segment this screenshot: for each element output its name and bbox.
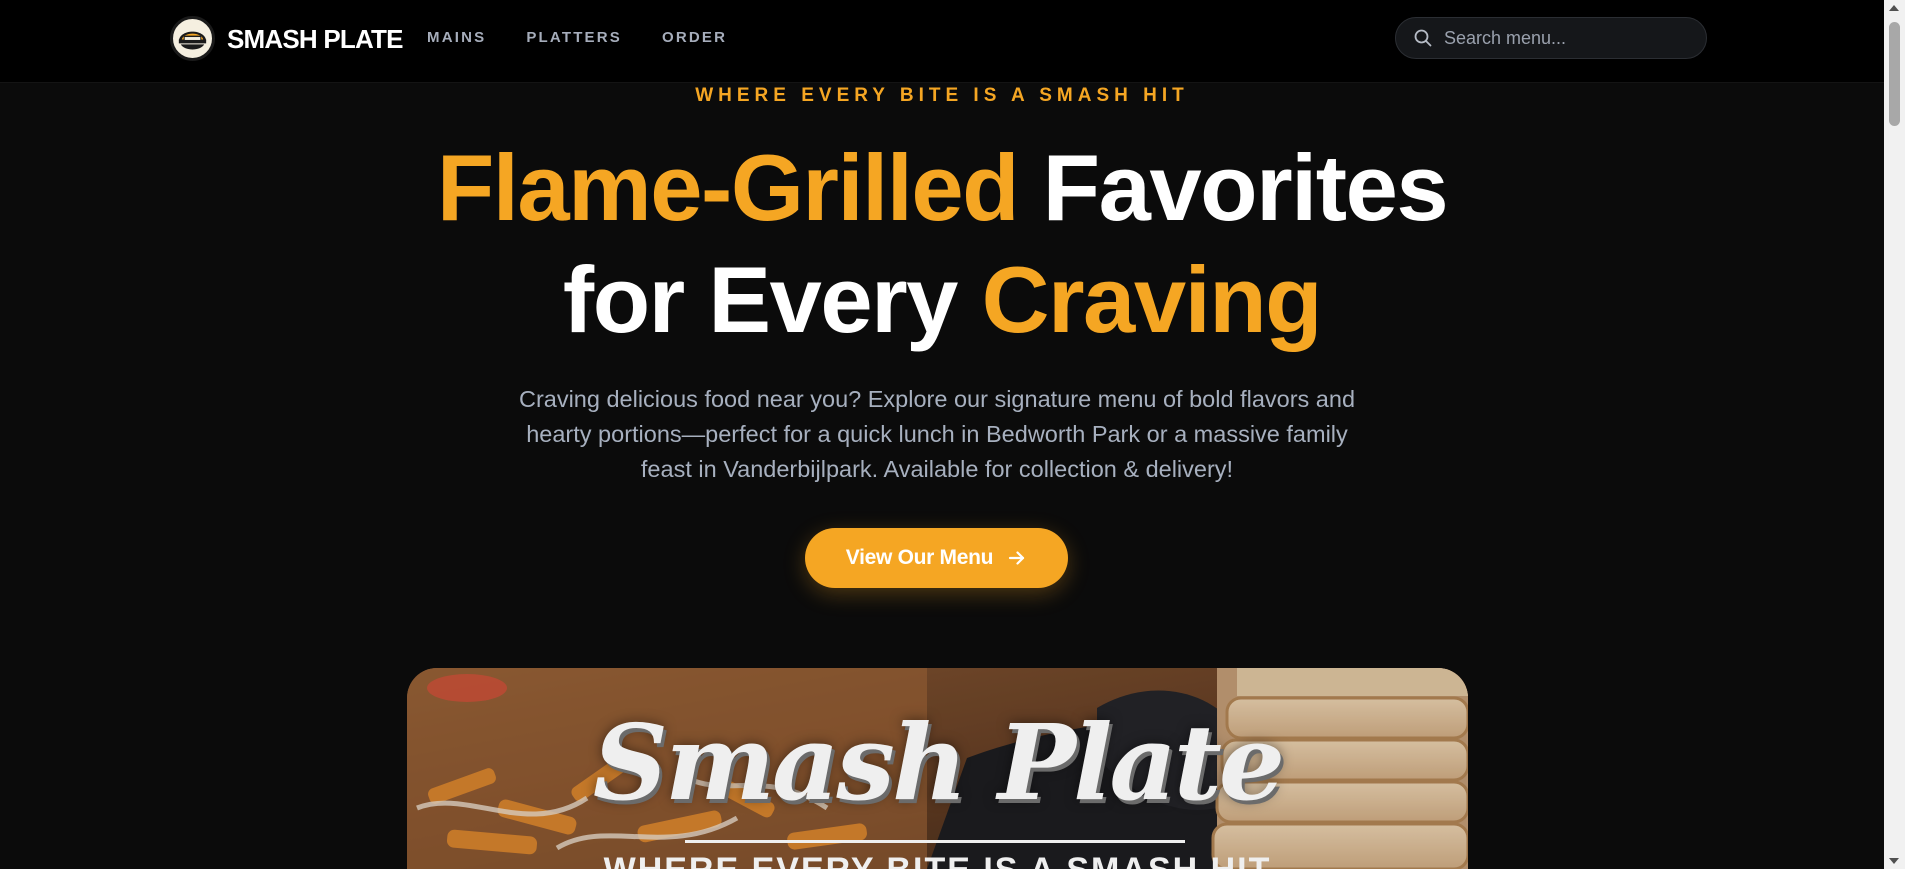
- view-menu-button[interactable]: View Our Menu: [805, 528, 1068, 588]
- headline-accent-flame-grilled: Flame-Grilled: [436, 135, 1020, 240]
- scrollbar-thumb[interactable]: [1889, 22, 1900, 126]
- smash-plate-logo-icon[interactable]: [170, 16, 215, 61]
- view-menu-button-label: View Our Menu: [845, 546, 994, 569]
- hero-headline: Flame-Grilled Favorites for Every Cravin…: [0, 132, 1884, 356]
- page-scrollbar[interactable]: [1884, 0, 1905, 869]
- arrow-right-icon: [1009, 551, 1025, 565]
- nav-link-mains[interactable]: MAINS: [427, 29, 486, 47]
- hero-description: Craving delicious food near you? Explore…: [518, 386, 1356, 482]
- headline-text-for-every: for Every: [562, 247, 982, 352]
- headline-accent-craving: Craving: [981, 247, 1323, 352]
- banner-logo-subtitle: WHERE EVERY BITE IS A SMASH HIT: [407, 850, 1468, 869]
- nav-link-platters[interactable]: PLATTERS: [526, 29, 622, 47]
- headline-line-1: Flame-Grilled Favorites: [0, 132, 1884, 244]
- nav-link-order[interactable]: ORDER: [662, 29, 727, 47]
- hero-banner-image: Smash Plate WHERE EVERY BITE IS A SMASH …: [407, 668, 1468, 869]
- search-icon: [1414, 29, 1432, 47]
- hero-tagline: WHERE EVERY BITE IS A SMASH HIT: [695, 85, 1189, 106]
- banner-divider: [685, 840, 1185, 843]
- brand-name[interactable]: SMASH PLATE: [227, 22, 403, 56]
- primary-nav: MAINS PLATTERS ORDER: [427, 29, 727, 47]
- scroll-up-arrow-icon[interactable]: [1889, 5, 1899, 11]
- search-input[interactable]: [1444, 18, 1694, 58]
- top-navbar: SMASH PLATE MAINS PLATTERS ORDER: [0, 0, 1884, 83]
- headline-text-favorites: Favorites: [1018, 135, 1449, 240]
- headline-line-2: for Every Craving: [0, 244, 1884, 356]
- scroll-down-arrow-icon[interactable]: [1889, 858, 1899, 864]
- banner-logo-title: Smash Plate: [592, 701, 1285, 824]
- search-box[interactable]: [1395, 17, 1707, 59]
